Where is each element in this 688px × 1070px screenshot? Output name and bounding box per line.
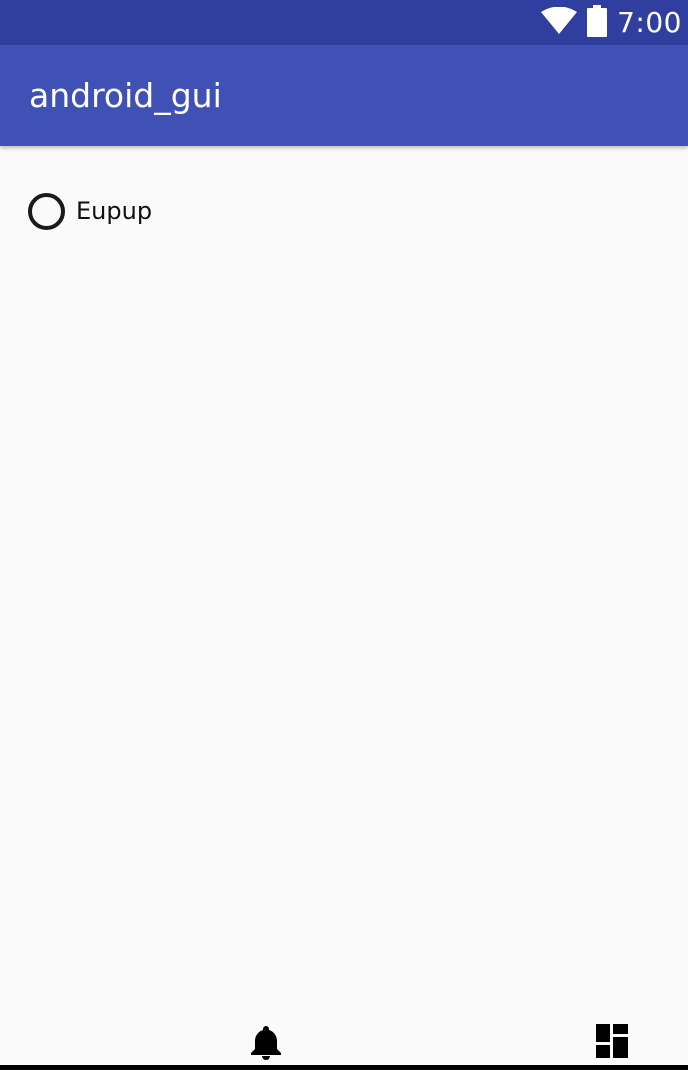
app-bar: android_gui: [0, 45, 688, 146]
wifi-icon: [541, 6, 578, 39]
bottom-divider: [0, 1065, 688, 1070]
nav-item-dashboard[interactable]: [588, 1024, 636, 1064]
nav-item-notifications[interactable]: [242, 1024, 290, 1064]
radio-unchecked-icon[interactable]: [28, 192, 65, 230]
status-time: 7:00: [617, 6, 682, 39]
dashboard-icon: [596, 1024, 628, 1062]
bottom-navigation: [0, 1016, 688, 1070]
app-title: android_gui: [29, 76, 222, 115]
notifications-bell-icon: [250, 1024, 282, 1064]
status-bar: 7:00: [0, 0, 688, 45]
battery-icon: [587, 4, 608, 41]
radio-option-label: Eupup: [76, 197, 153, 225]
status-icons: 7:00: [541, 0, 682, 45]
main-content: Eupup: [0, 146, 688, 1016]
radio-option-eupup[interactable]: Eupup: [28, 192, 152, 230]
